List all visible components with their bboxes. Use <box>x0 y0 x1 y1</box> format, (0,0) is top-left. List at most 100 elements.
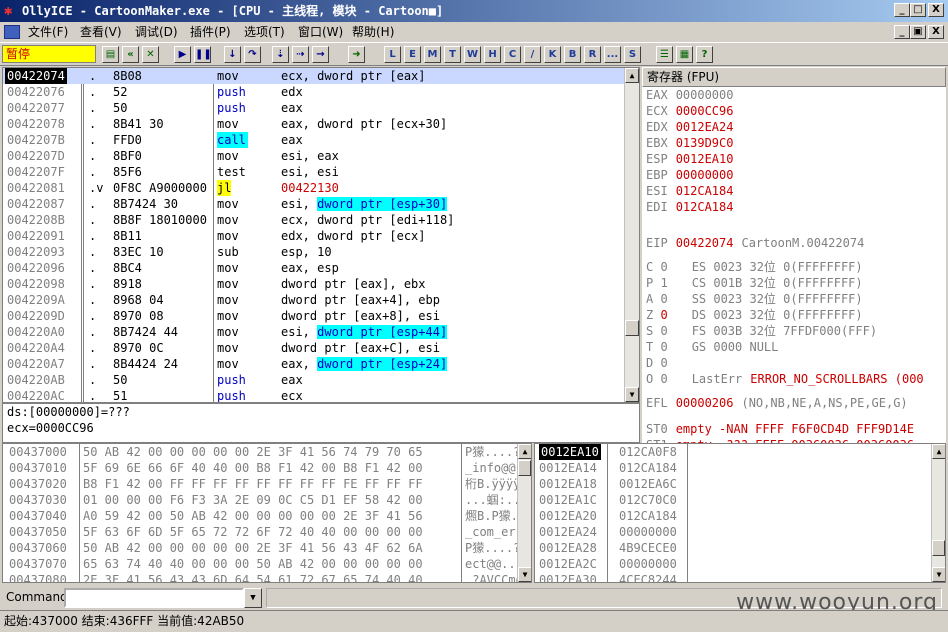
stack-pane[interactable]: 0012EA10 012CA0F8 0012EA14 012CA184 0012EA18… <box>534 443 946 583</box>
step-over-icon[interactable]: ↷ <box>244 46 261 63</box>
menu-file[interactable]: 文件(F) <box>28 22 68 42</box>
eip-value[interactable]: 00422074 <box>676 236 734 250</box>
dump-row[interactable]: 00437020 B8 F1 42 00 FF FF FF FF FF FF FF… <box>3 476 519 492</box>
menu-help[interactable]: 帮助(H) <box>352 22 394 42</box>
disasm-row[interactable]: 004220A4. 8970 0C mov dword ptr [eax+C], es… <box>3 340 627 356</box>
disassembly-pane[interactable]: 00422074. 8B08 mov ecx, dword ptr [eax] 0042… <box>2 67 640 403</box>
disasm-row[interactable]: 00422093. 83EC 10 sub esp, 10 <box>3 244 627 260</box>
dump-row[interactable]: 00437000 50 AB 42 00 00 00 00 00 2E 3F 41… <box>3 444 519 460</box>
close-button[interactable]: X <box>928 3 944 17</box>
register-value[interactable]: 012CA184 <box>676 184 734 198</box>
register-value[interactable]: 00000000 <box>676 88 734 102</box>
stack-row[interactable]: 0012EA30 4CEC8244 <box>535 572 931 582</box>
disasm-row[interactable]: 004220AC. 51 push ecx <box>3 388 627 402</box>
dump-row[interactable]: 00437030 01 00 00 00 F6 F3 3A 2E 09 0C C5… <box>3 492 519 508</box>
patches-button[interactable]: / <box>524 46 541 63</box>
disasm-row[interactable]: 00422076. 52 push edx <box>3 84 627 100</box>
memory-map-button[interactable]: M <box>424 46 441 63</box>
register-line[interactable]: ESI 012CA184 <box>646 183 733 199</box>
scroll-up-icon[interactable]: ▲ <box>932 444 945 459</box>
maximize-button[interactable]: □ <box>910 3 926 17</box>
flag-value[interactable]: 0 <box>660 372 667 386</box>
flag-value[interactable]: 0 <box>660 308 667 322</box>
help-icon[interactable]: ? <box>696 46 713 63</box>
disasm-row[interactable]: 004220A7. 8B4424 24 mov eax, dword ptr [esp… <box>3 356 627 372</box>
stack-row[interactable]: 0012EA18 0012EA6C <box>535 476 931 492</box>
flag-line[interactable]: S 0 FS 003B 32位 7FFDF000(FFF) <box>646 323 877 339</box>
goto-icon[interactable]: ➜ <box>348 46 365 63</box>
step-into-icon[interactable]: ↓ <box>224 46 241 63</box>
scroll-down-icon[interactable]: ▼ <box>625 387 639 402</box>
register-value[interactable]: 0012EA10 <box>676 152 734 166</box>
flag-line[interactable]: O 0 LastErr ERROR_NO_SCROLLBARS (000 <box>646 371 924 387</box>
register-line[interactable]: ECX 0000CC96 <box>646 103 733 119</box>
stack-row[interactable]: 0012EA24 00000000 <box>535 524 931 540</box>
flag-line[interactable]: C 0 ES 0023 32位 0(FFFFFFFF) <box>646 259 863 275</box>
chevron-down-icon[interactable]: ▼ <box>244 588 262 608</box>
cpu-button[interactable]: C <box>504 46 521 63</box>
mdi-close-button[interactable]: X <box>928 25 944 39</box>
registers-title[interactable]: 寄存器 (FPU) <box>642 67 946 87</box>
menu-window[interactable]: 窗口(W) <box>298 22 343 42</box>
dump-row[interactable]: 00437050 5F 63 6F 6D 5F 65 72 72 6F 72 40… <box>3 524 519 540</box>
flag-line[interactable]: T 0 GS 0000 NULL <box>646 339 778 355</box>
dump-row[interactable]: 00437010 5F 69 6E 66 6F 40 40 00 B8 F1 42… <box>3 460 519 476</box>
scroll-thumb[interactable] <box>625 320 639 336</box>
close-file-icon[interactable]: ✕ <box>142 46 159 63</box>
options-icon[interactable]: ▦ <box>676 46 693 63</box>
pause-icon[interactable]: ❚❚ <box>194 46 212 63</box>
windows-button[interactable]: W <box>464 46 481 63</box>
flag-value[interactable]: 0 <box>660 340 667 354</box>
trace-into-icon[interactable]: ⇣ <box>272 46 289 63</box>
stack-row[interactable]: 0012EA10 012CA0F8 <box>535 444 931 460</box>
disasm-row[interactable]: 00422074. 8B08 mov ecx, dword ptr [eax] <box>3 68 627 84</box>
disasm-row[interactable]: 00422087. 8B7424 30 mov esi, dword ptr [esp… <box>3 196 627 212</box>
scroll-down-icon[interactable]: ▼ <box>932 567 945 582</box>
dump-row[interactable]: 00437080 2E 3F 41 56 43 43 6D 64 54 61 72… <box>3 572 519 582</box>
flag-value[interactable]: 0 <box>660 292 667 306</box>
flag-line[interactable]: Z 0 DS 0023 32位 0(FFFFFFFF) <box>646 307 863 323</box>
register-line[interactable]: EDI 012CA184 <box>646 199 733 215</box>
disasm-row[interactable]: 00422096. 8BC4 mov eax, esp <box>3 260 627 276</box>
register-line[interactable]: ESP 0012EA10 <box>646 151 733 167</box>
stack-row[interactable]: 0012EA28 4B9CECE0 <box>535 540 931 556</box>
executable-modules-button[interactable]: E <box>404 46 421 63</box>
stack-scrollbar[interactable]: ▲ ▼ <box>931 444 945 582</box>
scroll-down-icon[interactable]: ▼ <box>518 567 531 582</box>
flag-value[interactable]: 0 <box>660 260 667 274</box>
register-value[interactable]: 00000000 <box>676 168 734 182</box>
stack-row[interactable]: 0012EA20 012CA184 <box>535 508 931 524</box>
disasm-row[interactable]: 00422077. 50 push eax <box>3 100 627 116</box>
handles-button[interactable]: H <box>484 46 501 63</box>
eip-line[interactable]: EIP 00422074 CartoonM.00422074 <box>646 235 864 251</box>
stack-row[interactable]: 0012EA14 012CA184 <box>535 460 931 476</box>
register-line[interactable]: EBX 0139D9C0 <box>646 135 733 151</box>
mdi-minimize-button[interactable]: _ <box>894 25 910 39</box>
open-icon[interactable]: ▤ <box>102 46 119 63</box>
disasm-row[interactable]: 00422081 .v 0F8C A9000000 jl 00422130 <box>3 180 627 196</box>
dump-scrollbar[interactable]: ▲ ▼ <box>517 444 531 582</box>
run-icon[interactable]: ▶ <box>174 46 191 63</box>
minimize-button[interactable]: _ <box>894 3 910 17</box>
disassembly-scrollbar[interactable]: ▲ ▼ <box>624 68 639 402</box>
flag-value[interactable]: 1 <box>660 276 667 290</box>
disasm-row[interactable]: 004220A0. 8B7424 44 mov esi, dword ptr [esp… <box>3 324 627 340</box>
register-value[interactable]: 012CA184 <box>676 200 734 214</box>
registers-pane[interactable]: 寄存器 (FPU) EAX 00000000 ECX 0000CC96 EDX 0012E… <box>642 67 946 443</box>
flag-line[interactable]: P 1 CS 001B 32位 0(FFFFFFFF) <box>646 275 863 291</box>
disasm-row[interactable]: 0042207B. FFD0 call eax <box>3 132 627 148</box>
rewind-icon[interactable]: « <box>122 46 139 63</box>
menu-view[interactable]: 查看(V) <box>80 22 122 42</box>
scroll-thumb[interactable] <box>932 540 945 556</box>
disasm-row[interactable]: 0042207F. 85F6 test esi, esi <box>3 164 627 180</box>
disasm-row[interactable]: 0042208B. 8B8F 18010000 mov ecx, dword ptr … <box>3 212 627 228</box>
mdi-restore-button[interactable]: ▣ <box>910 25 926 39</box>
menu-options[interactable]: 选项(T) <box>244 22 285 42</box>
list-icon[interactable]: ☰ <box>656 46 673 63</box>
scroll-thumb[interactable] <box>518 460 531 476</box>
register-value[interactable]: 0000CC96 <box>676 104 734 118</box>
breakpoints-button[interactable]: B <box>564 46 581 63</box>
register-line[interactable]: EAX 00000000 <box>646 87 733 103</box>
cpu-window-icon[interactable] <box>4 25 20 39</box>
stack-row[interactable]: 0012EA2C 00000000 <box>535 556 931 572</box>
